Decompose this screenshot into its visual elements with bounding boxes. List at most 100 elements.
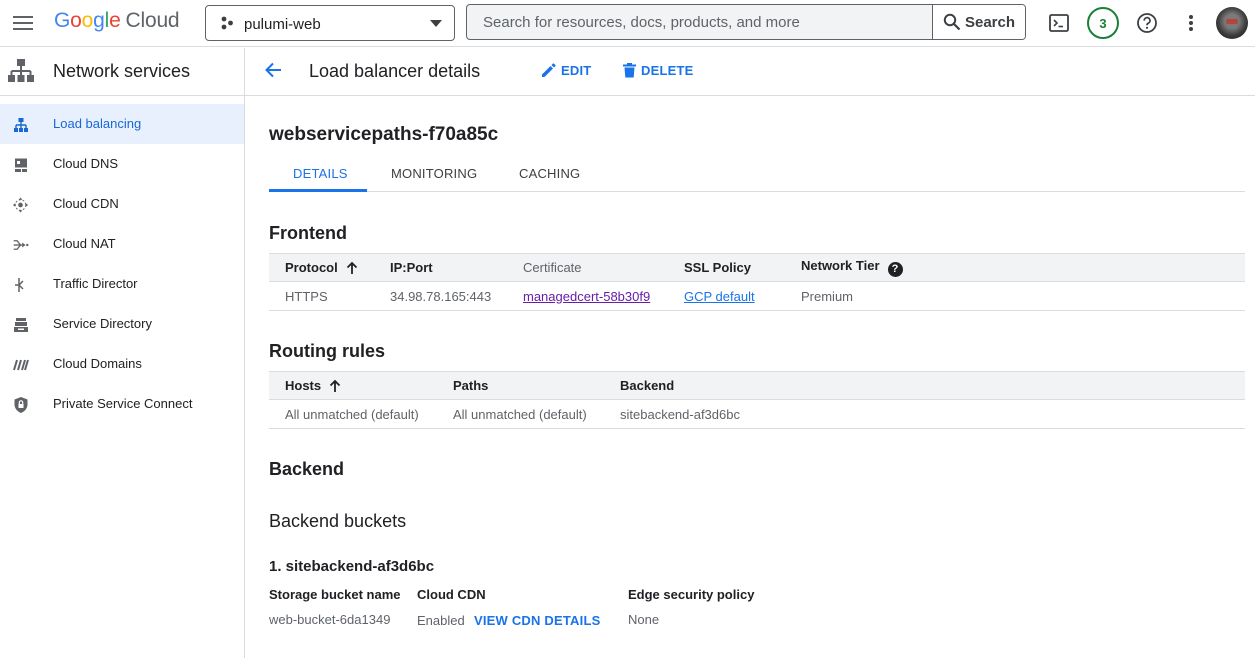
cloud-nat-icon [12,236,29,253]
arrow-back-icon [265,62,281,78]
page-title: Load balancer details [309,61,481,81]
column-header-certificate: Certificate [523,253,684,282]
sidebar-item-label: Cloud Domains [53,356,142,371]
network-services-icon [8,59,34,82]
sidebar-item-load-balancing[interactable]: Load balancing [0,104,244,144]
help-icon [1137,13,1157,33]
arrow-upward-icon [346,261,357,274]
table-header-row: Protocol IP:Port Certificate SSL Policy … [269,253,1245,282]
view-cdn-details-link[interactable]: VIEW CDN DETAILS [474,613,600,628]
sidebar-item-cloud-nat[interactable]: Cloud NAT [0,224,244,264]
help-icon[interactable]: ? [887,261,903,277]
search-input[interactable]: Search for resources, docs, products, an… [483,14,800,31]
chevron-down-icon [430,20,442,27]
frontend-table: Protocol IP:Port Certificate SSL Policy … [269,253,1245,311]
sidebar-item-cloud-cdn[interactable]: Cloud CDN [0,184,244,224]
sidebar-item-label: Cloud CDN [53,196,119,211]
sidebar-item-cloud-dns[interactable]: Cloud DNS [0,144,244,184]
frontend-heading: Frontend [269,223,347,243]
sidebar-item-private-service-connect[interactable]: Private Service Connect [0,384,244,424]
tab-details[interactable]: DETAILS [293,166,348,181]
terminal-icon [1049,14,1069,32]
column-header-paths: Paths [453,371,620,400]
hamburger-menu-icon [13,16,33,30]
storage-bucket-value: web-bucket-6da1349 [269,612,391,627]
sidebar-item-label: Private Service Connect [53,396,193,411]
cloud-cdn-icon [12,196,29,213]
cell-ip-port: 34.98.78.165:443 [390,281,523,311]
cloud-cdn-value: Enabled [417,613,465,628]
back-button[interactable] [263,60,283,85]
edit-button[interactable]: EDIT [541,63,591,78]
sidebar-item-label: Service Directory [53,316,152,331]
top-bar: Google Cloud pulumi-web Search for resour… [0,0,1255,47]
project-name: pulumi-web [244,16,321,33]
table-header-row: Hosts Paths Backend [269,371,1245,400]
search-button[interactable]: Search [932,5,1025,39]
sidebar-header: Network services [0,48,244,96]
edge-security-policy-value: None [628,612,660,627]
search-icon [943,13,961,31]
table-row: HTTPS 34.98.78.165:443 managedcert-58b30… [269,281,1245,311]
traffic-director-icon [12,276,29,293]
ssl-policy-link[interactable]: GCP default [684,289,755,304]
search-bar[interactable]: Search for resources, docs, products, an… [466,4,1026,40]
project-selector[interactable]: pulumi-web [205,5,455,41]
google-cloud-logo[interactable]: Google Cloud [54,9,180,33]
sidebar-item-label: Cloud NAT [53,236,116,251]
project-icon [221,16,233,30]
more-options-button[interactable] [1179,11,1203,35]
main-menu-button[interactable] [10,10,36,36]
private-service-connect-icon [12,396,29,413]
sidebar-item-label: Traffic Director [53,276,138,291]
backend-buckets-heading: Backend buckets [269,511,407,531]
search-button-label: Search [964,13,1016,31]
cell-backend: sitebackend-af3d6bc [620,399,1245,429]
delete-button[interactable]: DELETE [623,63,693,78]
backend-heading: Backend [269,459,345,479]
cell-certificate: managedcert-58b30f9 [523,281,684,311]
delete-button-label: DELETE [641,63,694,78]
page-header: Load balancer details EDIT DELETE [245,48,1255,96]
sidebar-item-label: Cloud DNS [53,156,119,171]
cloud-domains-icon [12,356,29,373]
edit-button-label: EDIT [561,63,592,78]
cell-paths: All unmatched (default) [453,399,620,429]
trash-icon [623,63,636,78]
routing-rules-table: Hosts Paths Backend All unmatched (defau… [269,371,1245,429]
cell-hosts: All unmatched (default) [269,399,453,429]
column-header-hosts[interactable]: Hosts [269,371,453,400]
edge-security-policy-label: Edge security policy [628,587,755,602]
tab-bar: DETAILS MONITORING CACHING [269,155,1245,192]
column-header-protocol[interactable]: Protocol [269,253,390,282]
backend-bucket-title: 1. sitebackend-af3d6bc [269,558,435,575]
sidebar-title: Network services [53,61,191,81]
tab-caching[interactable]: CACHING [519,166,580,181]
arrow-upward-icon [329,379,341,392]
cell-network-tier: Premium [801,281,1245,311]
certificate-link[interactable]: managedcert-58b30f9 [523,289,650,304]
storage-bucket-label: Storage bucket name [269,587,401,602]
sidebar-item-traffic-director[interactable]: Traffic Director [0,264,244,304]
cloud-cdn-label: Cloud CDN [417,587,486,602]
load-balancer-name: webservicepaths-f70a85c [269,124,499,145]
column-header-network-tier: Network Tier? [801,253,1245,282]
column-header-ssl-policy: SSL Policy [684,253,801,282]
sidebar: Network services Load balancing Cloud DN… [0,48,245,658]
avatar[interactable] [1216,7,1248,39]
load-balancing-icon [12,116,29,133]
table-row: All unmatched (default) All unmatched (d… [269,399,1245,429]
notifications-badge[interactable]: 3 [1087,7,1119,39]
edit-pencil-icon [542,63,556,77]
sidebar-item-service-directory[interactable]: Service Directory [0,304,244,344]
cloud-dns-icon [12,156,29,173]
active-tab-indicator [269,189,367,192]
column-header-backend: Backend [620,371,1245,400]
tab-monitoring[interactable]: MONITORING [391,166,477,181]
more-vert-icon [1189,15,1193,31]
sidebar-item-cloud-domains[interactable]: Cloud Domains [0,344,244,384]
help-button[interactable] [1135,11,1159,35]
cloud-shell-button[interactable] [1047,11,1071,35]
service-directory-icon [12,316,29,333]
routing-rules-heading: Routing rules [269,341,385,361]
